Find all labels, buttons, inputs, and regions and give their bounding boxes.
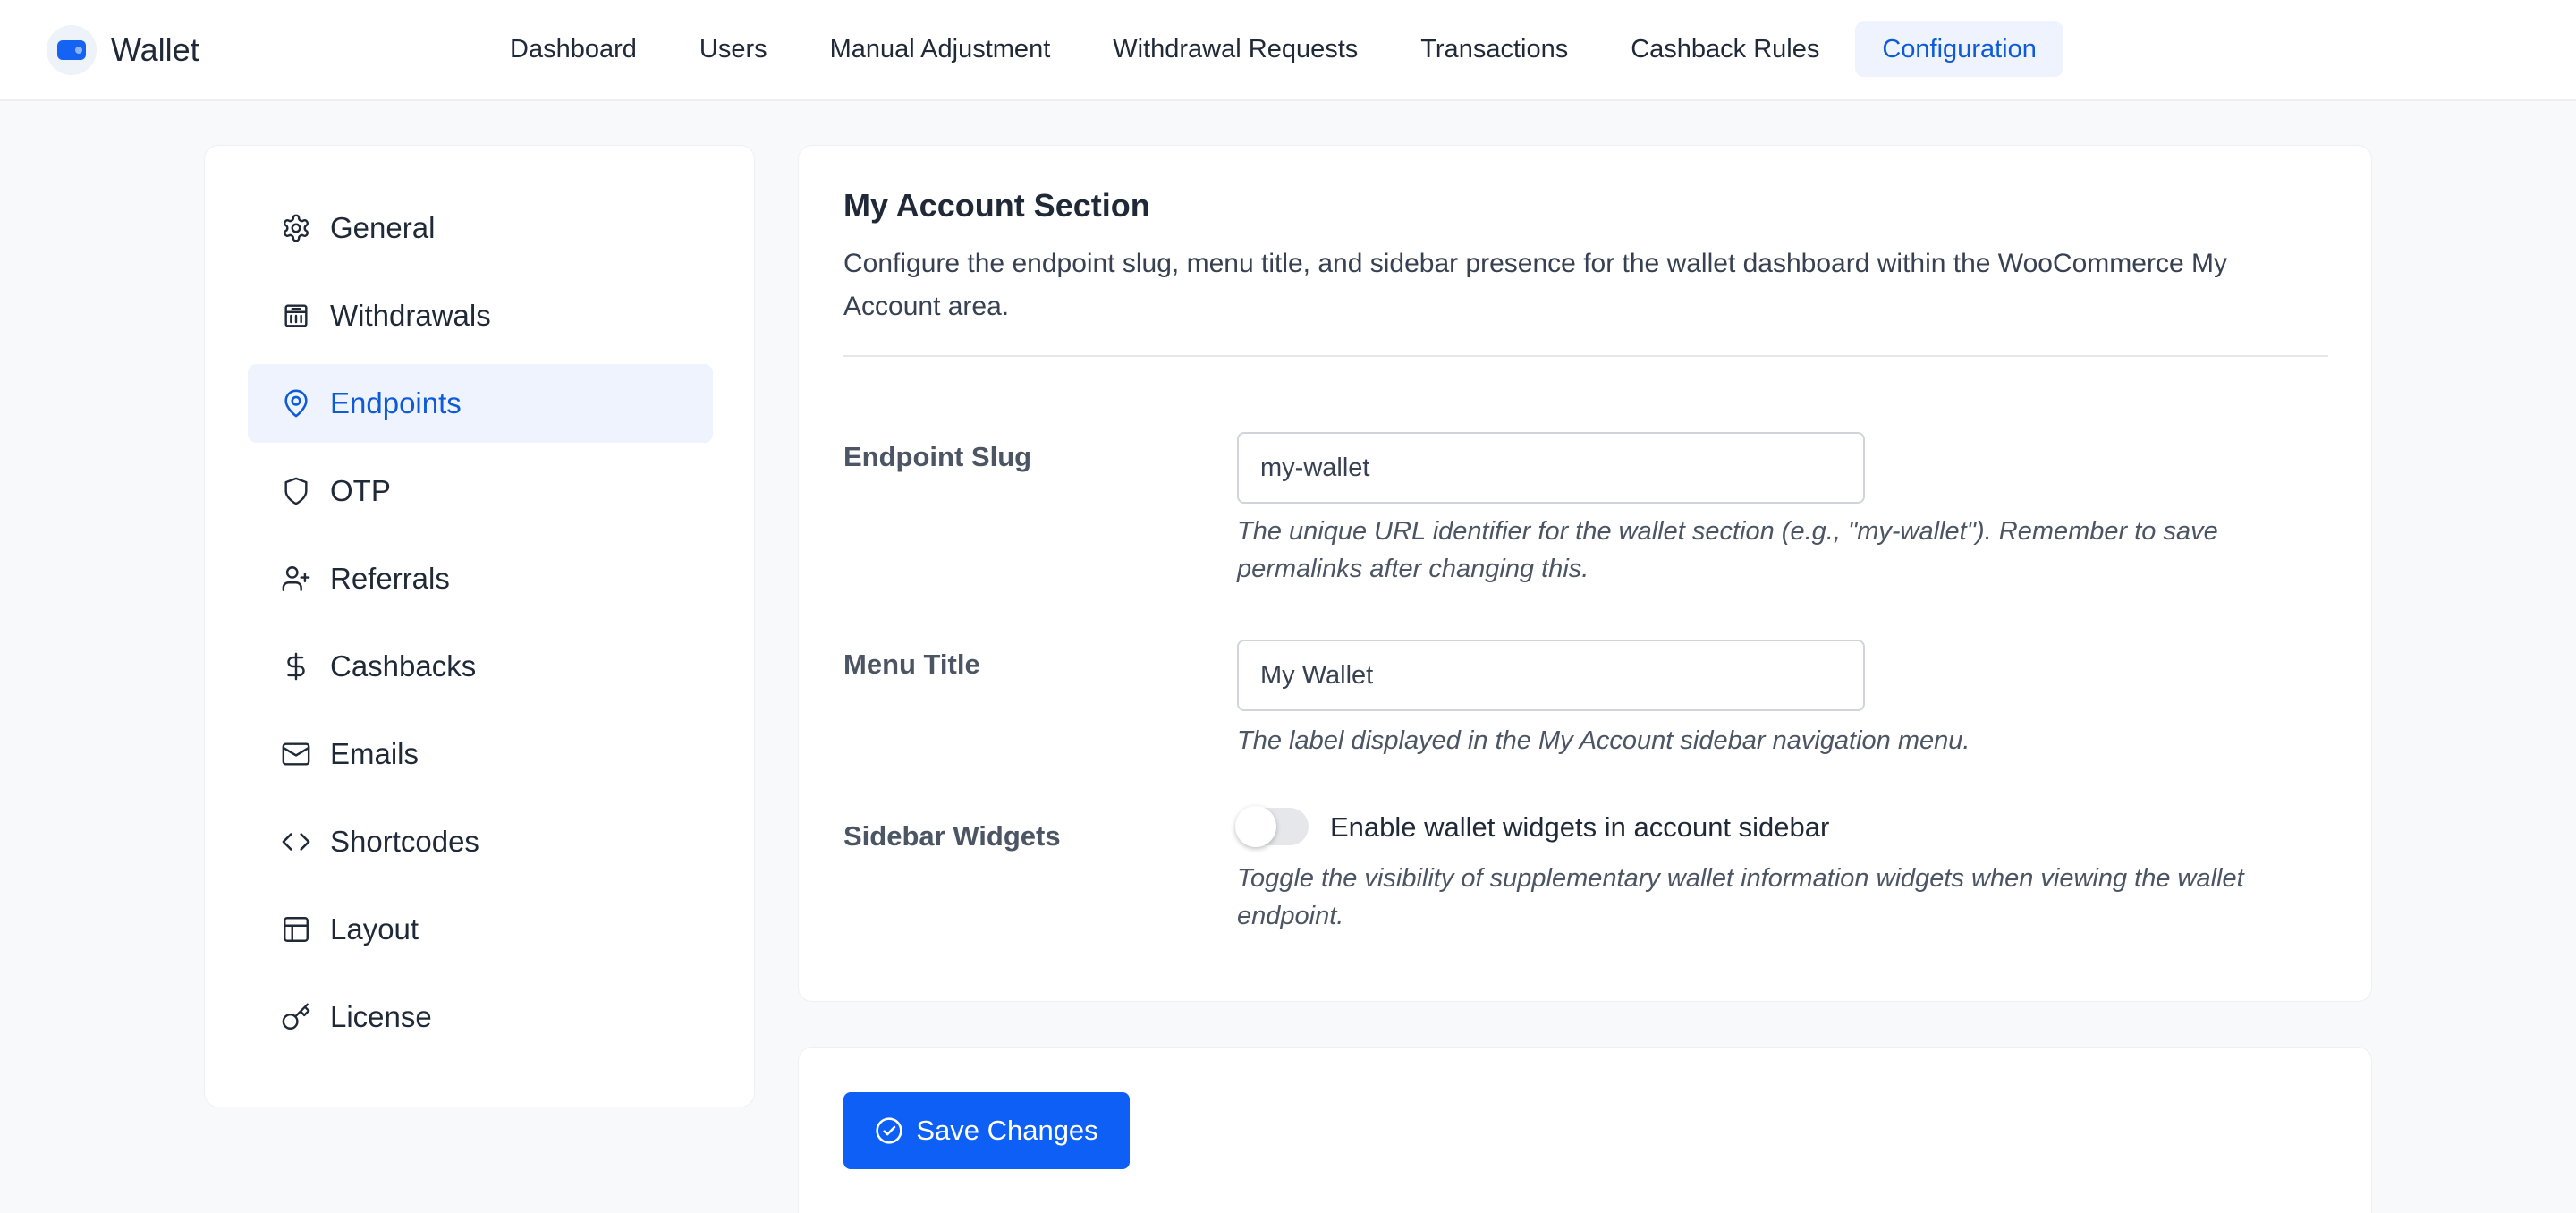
section-description: Configure the endpoint slug, menu title,… [843, 249, 2227, 321]
sidebar-item-label: Shortcodes [330, 825, 479, 858]
sidebar-item-otp[interactable]: OTP [248, 452, 713, 530]
save-button-label: Save Changes [916, 1115, 1098, 1146]
sidebar-item-label: General [330, 211, 436, 244]
user-plus-icon [280, 563, 312, 595]
sidebar-item-label: Cashbacks [330, 649, 477, 683]
sidebar-item-withdrawals[interactable]: Withdrawals [248, 276, 713, 355]
wallet-logo-icon [47, 25, 97, 75]
endpoint-slug-help: The unique URL identifier for the wallet… [1237, 517, 2218, 583]
bank-icon [280, 300, 312, 332]
sidebar-item-endpoints[interactable]: Endpoints [248, 364, 713, 443]
code-icon [280, 826, 312, 858]
mail-icon [280, 738, 312, 770]
key-icon [280, 1001, 312, 1033]
save-actions-card: Save Changes [798, 1047, 2372, 1213]
my-account-section-card: My Account Section Configure the endpoin… [798, 145, 2372, 1002]
nav-cashback-rules[interactable]: Cashback Rules [1604, 21, 1846, 77]
nav-dashboard[interactable]: Dashboard [483, 21, 664, 77]
settings-sidebar: General Withdrawals Endpoints OTP Referr… [204, 145, 755, 1107]
nav-users[interactable]: Users [673, 21, 794, 77]
nav-configuration[interactable]: Configuration [1855, 21, 2063, 77]
sidebar-item-label: Referrals [330, 562, 450, 595]
app-name: Wallet [111, 31, 199, 68]
sidebar-item-label: Emails [330, 737, 419, 770]
sidebar-item-label: OTP [330, 474, 391, 507]
nav-manual-adjustment[interactable]: Manual Adjustment [803, 21, 1078, 77]
sidebar-item-label: Withdrawals [330, 299, 491, 332]
sidebar-item-layout[interactable]: Layout [248, 890, 713, 969]
shield-icon [280, 475, 312, 507]
sidebar-item-referrals[interactable]: Referrals [248, 539, 713, 618]
section-title: My Account Section [843, 187, 1150, 224]
sidebar-item-emails[interactable]: Emails [248, 715, 713, 793]
sidebar-item-general[interactable]: General [248, 189, 713, 267]
check-circle-icon [876, 1117, 902, 1144]
divider [843, 355, 2328, 357]
sidebar-item-license[interactable]: License [248, 978, 713, 1056]
brand[interactable]: Wallet [47, 21, 199, 79]
sidebar-item-shortcodes[interactable]: Shortcodes [248, 802, 713, 881]
sidebar-widgets-toggle-label: Enable wallet widgets in account sidebar [1330, 811, 1830, 843]
sidebar-widgets-label: Sidebar Widgets [843, 820, 1061, 852]
gear-icon [280, 212, 312, 244]
dollar-icon [280, 650, 312, 683]
sidebar-item-label: Endpoints [330, 386, 462, 420]
menu-title-help: The label displayed in the My Account si… [1237, 726, 1970, 755]
endpoint-slug-label: Endpoint Slug [843, 441, 1032, 472]
nav-transactions[interactable]: Transactions [1394, 21, 1595, 77]
top-navigation-bar: Wallet Dashboard Users Manual Adjustment… [0, 0, 2576, 101]
menu-title-input[interactable] [1237, 640, 1865, 711]
toggle-knob [1235, 806, 1276, 847]
sidebar-item-label: License [330, 1000, 432, 1033]
main-nav: Dashboard Users Manual Adjustment Withdr… [483, 21, 2072, 77]
save-changes-button[interactable]: Save Changes [843, 1092, 1130, 1169]
map-pin-icon [280, 387, 312, 420]
menu-title-label: Menu Title [843, 649, 980, 680]
endpoint-slug-input[interactable] [1237, 432, 1865, 504]
sidebar-widgets-toggle[interactable] [1235, 806, 1309, 847]
layout-icon [280, 913, 312, 946]
sidebar-item-label: Layout [330, 912, 419, 946]
sidebar-widgets-help: Toggle the visibility of supplementary w… [1237, 864, 2244, 930]
sidebar-item-cashbacks[interactable]: Cashbacks [248, 627, 713, 706]
nav-withdrawal-requests[interactable]: Withdrawal Requests [1086, 21, 1385, 77]
